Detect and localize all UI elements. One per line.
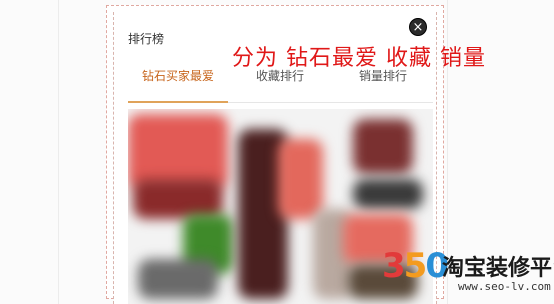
logo-number: 350 — [382, 246, 449, 286]
close-icon: × — [412, 20, 424, 35]
logo-url: www.seo-lv.com — [458, 280, 551, 293]
product-image — [133, 179, 223, 219]
widget-title: 排行榜 — [128, 32, 165, 46]
layout-guide-left — [58, 0, 59, 304]
red-annotation: 分为 钻石最爱 收藏 销量 — [232, 46, 486, 71]
logo-name: 淘宝装修平台 — [442, 256, 554, 281]
product-image — [278, 139, 323, 219]
product-image — [138, 259, 218, 299]
product-image — [353, 119, 413, 174]
close-button[interactable]: × — [409, 18, 427, 36]
product-image — [128, 114, 228, 189]
watermark-logo: 350 淘宝装修平台 www.seo-lv.com — [378, 246, 554, 300]
tab-label: 钻石买家最爱 — [141, 69, 214, 83]
product-image — [353, 179, 423, 209]
active-tab-indicator — [128, 101, 228, 103]
tab-diamond-buyer-favorites[interactable]: 钻石买家最爱 — [128, 66, 228, 102]
